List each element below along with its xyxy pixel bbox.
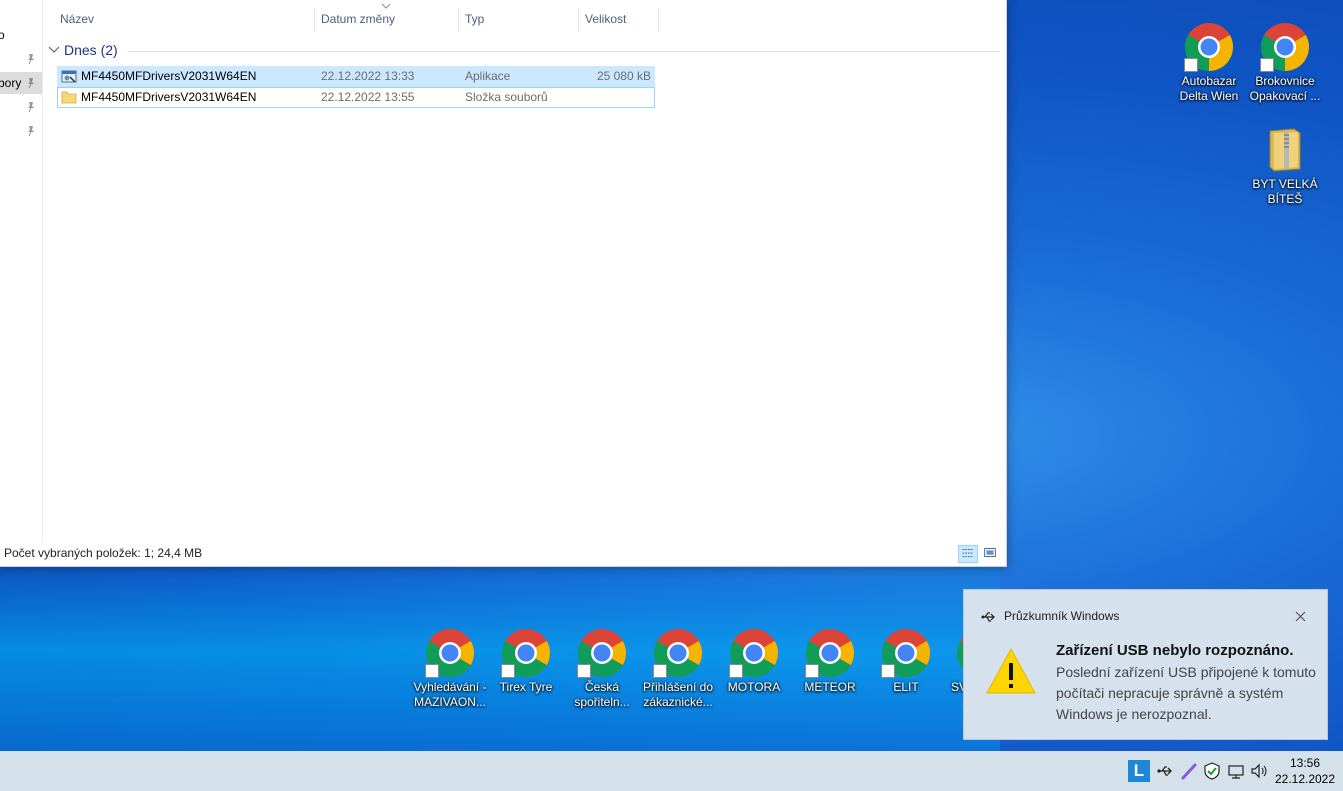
column-header-size[interactable]: Velikost	[585, 12, 626, 26]
chrome-icon	[1260, 22, 1310, 72]
large-icons-view-button[interactable]	[981, 545, 1001, 563]
chevron-down-icon	[48, 46, 60, 53]
security-shield-icon[interactable]	[1203, 762, 1221, 780]
shortcut-arrow-icon	[881, 664, 895, 678]
nav-item-label: bory	[0, 76, 22, 90]
chrome-icon	[805, 628, 855, 678]
desktop-shortcut-motora[interactable]: MOTORA	[716, 628, 792, 695]
nav-item-3[interactable]	[0, 96, 42, 118]
nav-item-0[interactable]: o	[0, 24, 42, 46]
l-app-icon[interactable]: L	[1128, 760, 1150, 782]
shortcut-arrow-icon	[653, 664, 667, 678]
chrome-icon	[425, 628, 475, 678]
file-row[interactable]: MF4450MFDriversV2031W64EN 22.12.2022 13:…	[57, 66, 655, 87]
nav-item-1[interactable]	[0, 48, 42, 70]
shortcut-arrow-icon	[425, 664, 439, 678]
icon-label: Česká spořiteln...	[574, 680, 630, 709]
shortcut-arrow-icon	[1184, 58, 1198, 72]
clock-date: 22.12.2022	[1274, 772, 1336, 786]
file-type: Aplikace	[465, 69, 511, 83]
status-text: Počet vybraných položek: 1; 24,4 MB	[4, 546, 203, 560]
shortcut-arrow-icon	[501, 664, 515, 678]
usb-notification-toast[interactable]: Průzkumník Windows Zařízení USB nebylo r…	[963, 589, 1328, 740]
details-view-button[interactable]	[958, 545, 978, 563]
chrome-icon	[1184, 22, 1234, 72]
icon-label: Autobazar Delta Wien	[1179, 74, 1239, 103]
column-divider[interactable]	[458, 8, 459, 32]
shortcut-arrow-icon	[805, 664, 819, 678]
group-label: Dnes (2)	[64, 42, 118, 58]
desktop-shortcut-prihlaseni[interactable]: Přihlášení do zákaznické...	[640, 628, 716, 710]
desktop-shortcut-brokovnice[interactable]: Brokovnice Opakovací ...	[1247, 22, 1323, 104]
column-divider[interactable]	[658, 8, 659, 32]
icon-label: Vyhledávání - MAZIVAON...	[413, 680, 487, 709]
navigation-pane[interactable]: o bory	[0, 0, 43, 542]
usb-icon	[981, 612, 995, 622]
icon-label: Přihlášení do zákaznické...	[642, 680, 714, 709]
warning-icon	[986, 647, 1036, 694]
desktop-shortcut-autobazar[interactable]: Autobazar Delta Wien	[1171, 22, 1247, 104]
chrome-icon	[653, 628, 703, 678]
clock[interactable]: 13:56 22.12.2022	[1272, 755, 1338, 787]
file-date: 22.12.2022 13:55	[321, 90, 415, 104]
group-header-today[interactable]: Dnes (2)	[48, 42, 1000, 60]
file-size: 25 080 kB	[596, 69, 651, 83]
column-divider[interactable]	[314, 8, 315, 32]
column-header-date[interactable]: Datum změny	[321, 12, 395, 26]
desktop-shortcut-meteor[interactable]: METEOR	[792, 628, 868, 695]
volume-icon[interactable]	[1250, 762, 1268, 780]
sort-chevron-icon	[381, 3, 391, 9]
large-icons-view-icon	[984, 548, 996, 557]
file-name: MF4450MFDriversV2031W64EN	[81, 69, 257, 83]
file-explorer-window: o bory Název Datum změny Typ Velikost Dn…	[0, 0, 1007, 567]
clock-time: 13:56	[1289, 756, 1321, 770]
icon-label: METEOR	[804, 680, 856, 694]
column-divider[interactable]	[578, 8, 579, 32]
icon-label: BYT VELKÁ BÍTEŠ	[1252, 177, 1318, 206]
notification-body: Poslední zařízení USB připojené k tomuto…	[1056, 664, 1316, 722]
file-name: MF4450MFDriversV2031W64EN	[81, 90, 257, 104]
network-icon[interactable]	[1227, 762, 1245, 780]
zip-folder-icon	[1260, 125, 1310, 175]
chrome-icon	[577, 628, 627, 678]
chrome-icon	[729, 628, 779, 678]
desktop-folder-byt[interactable]: BYT VELKÁ BÍTEŠ	[1247, 125, 1323, 207]
nav-item-label: o	[0, 28, 5, 42]
application-icon	[61, 70, 77, 83]
pin-icon	[28, 78, 34, 89]
folder-icon	[61, 91, 77, 104]
desktop-shortcut-ceska-sporitelna[interactable]: Česká spořiteln...	[564, 628, 640, 710]
file-date: 22.12.2022 13:33	[321, 69, 415, 83]
group-divider	[128, 51, 1000, 52]
pin-icon	[28, 102, 34, 113]
status-bar: Počet vybraných položek: 1; 24,4 MB	[0, 542, 1006, 566]
column-header-type[interactable]: Typ	[465, 12, 484, 26]
desktop-shortcut-sv[interactable]: SV	[920, 628, 964, 695]
notification-title: Zařízení USB nebylo rozpoznáno.	[1056, 642, 1294, 659]
file-row[interactable]: MF4450MFDriversV2031W64EN 22.12.2022 13:…	[57, 87, 655, 108]
desktop-shortcut-vyhledavani[interactable]: Vyhledávání - MAZIVAON...	[412, 628, 488, 710]
details-view-icon	[962, 549, 974, 558]
icon-label: SV	[951, 680, 964, 694]
taskbar: L 13:56 22.12.2022	[0, 751, 1343, 791]
chrome-icon	[501, 628, 551, 678]
icon-label: MOTORA	[727, 680, 781, 694]
file-type: Složka souborů	[465, 90, 548, 104]
usb-icon[interactable]	[1156, 762, 1174, 780]
icon-label: Brokovnice Opakovací ...	[1249, 74, 1321, 103]
pin-icon	[28, 126, 34, 137]
shortcut-arrow-icon	[1260, 58, 1274, 72]
notification-app-name: Průzkumník Windows	[1004, 609, 1120, 623]
shortcut-arrow-icon	[729, 664, 743, 678]
close-icon[interactable]	[1295, 611, 1306, 622]
nav-item-2[interactable]: bory	[0, 72, 42, 94]
pen-icon[interactable]	[1180, 762, 1198, 780]
icon-label: Tirex Tyre	[499, 680, 553, 694]
column-header-row: Název Datum změny Typ Velikost	[42, 0, 1004, 38]
shortcut-arrow-icon	[577, 664, 591, 678]
pin-icon	[28, 54, 34, 65]
column-header-name[interactable]: Název	[60, 12, 94, 26]
desktop-shortcut-tirex[interactable]: Tirex Tyre	[488, 628, 564, 695]
nav-item-4[interactable]	[0, 120, 42, 142]
